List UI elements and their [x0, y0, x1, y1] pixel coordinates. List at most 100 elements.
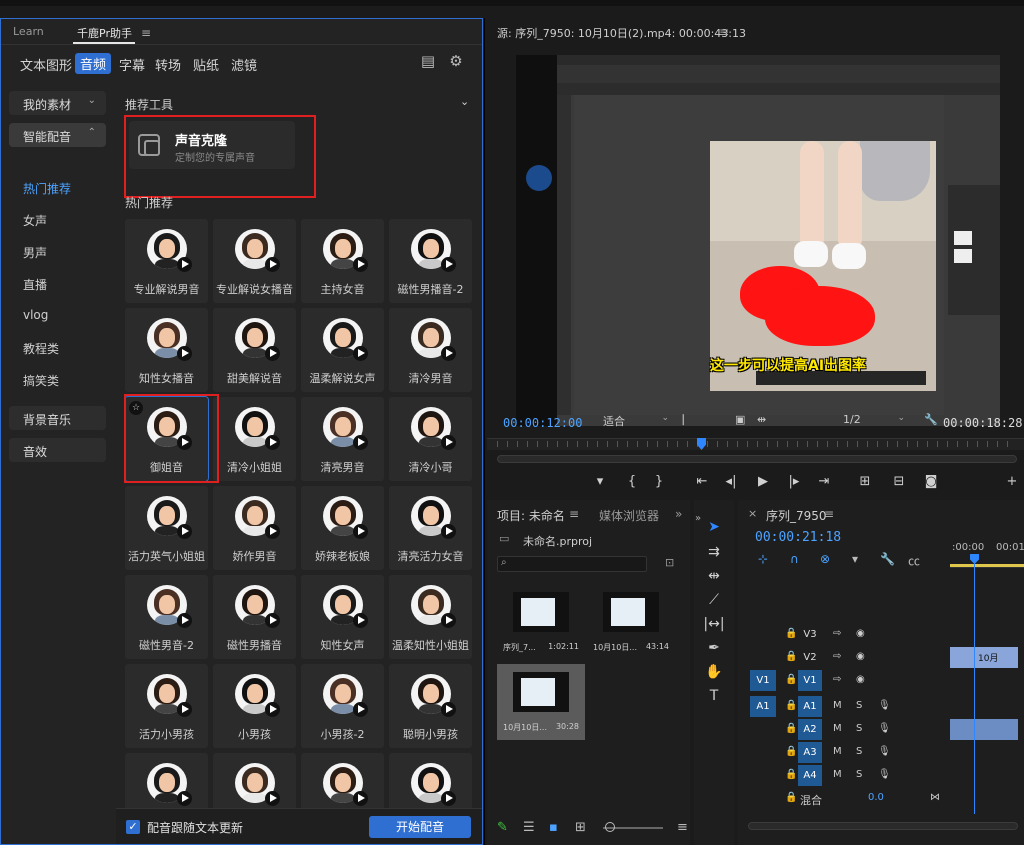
type-tool-icon[interactable]: T: [702, 685, 726, 707]
monitor-menu-icon[interactable]: ≡: [719, 25, 729, 39]
sidebar-item-male[interactable]: 男声: [23, 244, 47, 261]
play-icon[interactable]: [177, 346, 192, 361]
tab-qianlu[interactable]: 千鹿Pr助手: [77, 25, 132, 41]
play-icon[interactable]: [441, 524, 456, 539]
voice-card[interactable]: 专业解说女播音: [213, 219, 296, 303]
icon-view-icon[interactable]: ▪: [549, 820, 558, 835]
category-filters[interactable]: 滤镜: [231, 55, 257, 74]
play-icon[interactable]: [441, 613, 456, 628]
chevron-down-icon[interactable]: ⌄: [460, 95, 469, 108]
voice-card[interactable]: 磁性男音-2: [125, 575, 208, 659]
trim-icon[interactable]: ⇹: [757, 413, 766, 426]
mix-keyframe-icon[interactable]: ⋈: [930, 792, 940, 803]
step-back-icon[interactable]: ◂|: [721, 474, 741, 489]
play-icon[interactable]: [353, 346, 368, 361]
mic-icon[interactable]: 🎙: [878, 769, 891, 780]
tab-project[interactable]: 项目: 未命名: [497, 507, 565, 524]
play-icon[interactable]: [265, 257, 280, 272]
mic-icon[interactable]: 🎙: [878, 746, 891, 757]
eye-icon[interactable]: ◉: [856, 628, 865, 639]
timeline-sequence-title[interactable]: 序列_7950: [766, 507, 827, 524]
play-icon[interactable]: [353, 613, 368, 628]
wrench-icon[interactable]: 🔧: [924, 413, 938, 426]
insert-icon[interactable]: ⊞: [855, 474, 875, 489]
tab-menu-icon[interactable]: ≡: [141, 26, 151, 40]
category-audio[interactable]: 音频: [75, 53, 112, 74]
play-icon[interactable]: [265, 524, 280, 539]
gear-icon[interactable]: ⚙: [447, 52, 465, 70]
play-icon[interactable]: [441, 702, 456, 717]
timeline-scrollbar[interactable]: [748, 822, 1018, 830]
play-icon[interactable]: [353, 702, 368, 717]
voice-card[interactable]: 清亮活力女音: [389, 486, 472, 570]
play-icon[interactable]: [353, 257, 368, 272]
mark-out-icon[interactable]: }: [649, 474, 669, 489]
solo-icon[interactable]: S: [856, 769, 862, 780]
quality-dropdown[interactable]: 1/2 ⌄: [835, 413, 911, 431]
sidebar-item-funny[interactable]: 搞笑类: [23, 372, 59, 389]
add-marker-icon[interactable]: ▾: [590, 474, 610, 489]
project-item[interactable]: 10月10日... 43:14: [587, 584, 675, 660]
linked-selection-icon[interactable]: ⊗: [820, 552, 830, 566]
play-icon[interactable]: [177, 791, 192, 806]
sidebar-my-assets[interactable]: 我的素材 ⌄: [9, 91, 106, 115]
sync-icon[interactable]: ⇨: [833, 651, 841, 662]
source-patch-v1[interactable]: V1: [750, 670, 776, 691]
timeline-timecode[interactable]: 00:00:21:18: [755, 530, 841, 545]
voice-card[interactable]: 知性女声: [301, 575, 384, 659]
mute-icon[interactable]: M: [833, 723, 842, 734]
lock-icon[interactable]: 🔒: [785, 723, 797, 734]
timeline-menu-icon[interactable]: ≡: [824, 507, 834, 521]
voice-card[interactable]: 专业解说男音: [125, 219, 208, 303]
start-dub-button[interactable]: 开始配音: [369, 816, 471, 838]
voice-card[interactable]: 小男孩-2: [301, 664, 384, 748]
mic-icon[interactable]: 🎙: [878, 700, 891, 711]
add-button-icon[interactable]: +: [1002, 474, 1022, 489]
play-icon[interactable]: [177, 702, 192, 717]
voice-card[interactable]: 活力小男孩: [125, 664, 208, 748]
play-icon[interactable]: [265, 613, 280, 628]
snap-icon[interactable]: ∩: [790, 552, 799, 566]
track-label[interactable]: A2: [798, 719, 822, 740]
work-area-bar[interactable]: [950, 564, 1024, 567]
voice-card[interactable]: 清冷小姐姐: [213, 397, 296, 481]
lock-icon[interactable]: 🔒: [785, 769, 797, 780]
overwrite-icon[interactable]: ⊟: [889, 474, 909, 489]
play-icon[interactable]: ▶: [753, 474, 773, 489]
pencil-icon[interactable]: ✎: [497, 820, 508, 835]
video-clip[interactable]: 10月: [950, 647, 1018, 668]
slip-tool-icon[interactable]: |↔|: [702, 613, 726, 635]
lock-icon[interactable]: 🔒: [785, 792, 797, 803]
export-frame-icon[interactable]: ▣: [735, 413, 745, 426]
wrench-icon[interactable]: 🔧: [880, 552, 895, 566]
sidebar-item-tutorial[interactable]: 教程类: [23, 340, 59, 357]
voice-card[interactable]: 聪明小男孩: [389, 664, 472, 748]
solo-icon[interactable]: S: [856, 700, 862, 711]
sync-icon[interactable]: ⇨: [833, 674, 841, 685]
sidebar-item-live[interactable]: 直播: [23, 276, 47, 293]
voice-card[interactable]: 娇作男音: [213, 486, 296, 570]
play-icon[interactable]: [353, 791, 368, 806]
play-icon[interactable]: [177, 257, 192, 272]
panel-overflow-icon[interactable]: »: [675, 507, 682, 521]
lock-icon[interactable]: 🔒: [785, 746, 797, 757]
voice-card[interactable]: 温柔知性小姐姐: [389, 575, 472, 659]
track-label[interactable]: V1: [798, 670, 822, 691]
follow-text-checkbox[interactable]: ✓: [126, 820, 140, 834]
voice-card[interactable]: 清亮男音: [301, 397, 384, 481]
voice-card[interactable]: 甜美解说音: [213, 308, 296, 392]
track-label[interactable]: A1: [798, 696, 822, 717]
hand-tool-icon[interactable]: ✋: [702, 661, 726, 683]
new-bin-icon[interactable]: ⊡: [665, 556, 674, 569]
lock-icon[interactable]: 🔒: [785, 700, 797, 711]
track-select-tool-icon[interactable]: ⇉: [702, 541, 726, 563]
sidebar-bg-music[interactable]: 背景音乐: [9, 406, 106, 430]
voice-card[interactable]: 磁性男播音-2: [389, 219, 472, 303]
category-captions[interactable]: 字幕: [119, 55, 145, 74]
freeform-view-icon[interactable]: ⊞: [575, 820, 586, 835]
track-label[interactable]: A4: [798, 765, 822, 786]
category-text-graphics[interactable]: 文本图形: [20, 55, 72, 74]
sync-icon[interactable]: ⇨: [833, 628, 841, 639]
tab-learn[interactable]: Learn: [13, 25, 44, 38]
track-label[interactable]: V2: [798, 647, 822, 668]
